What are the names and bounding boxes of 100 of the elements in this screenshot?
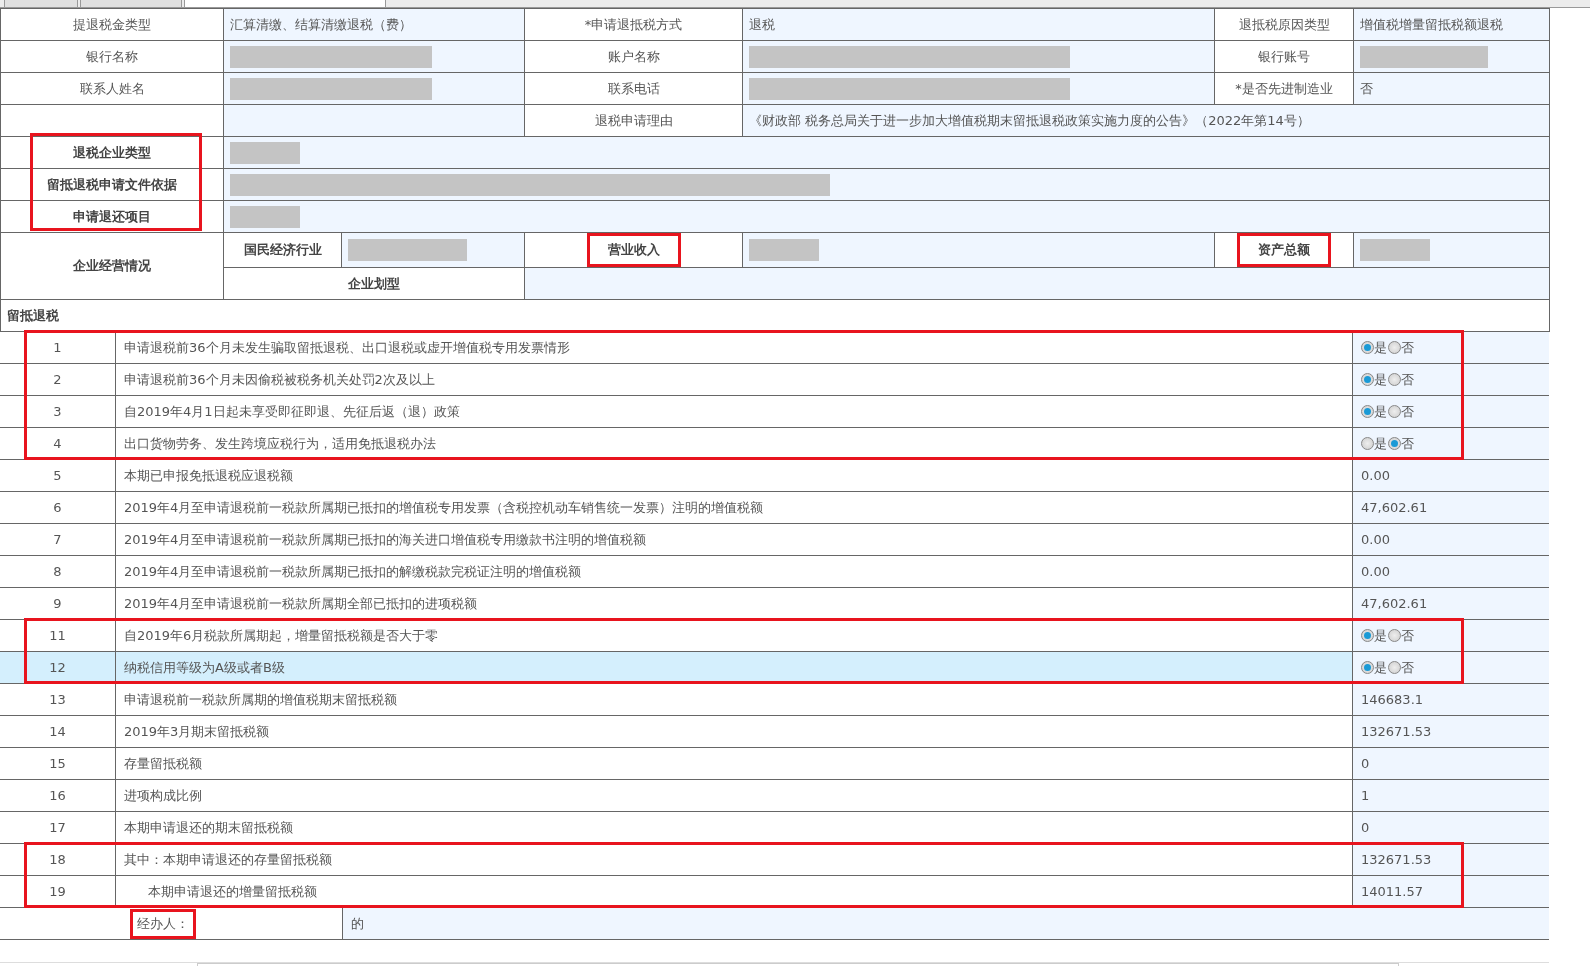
field-label: 国民经济行业 xyxy=(243,242,322,257)
table-cell: 1 xyxy=(1361,788,1370,803)
field-value: 增值税增量留抵税额退税 xyxy=(1360,16,1503,32)
table-cell: 2019年4月至申请退税前一税款所属期已抵扣的解缴税款完税证注明的增值税额 xyxy=(124,562,582,581)
radio-label: 否 xyxy=(1401,434,1414,453)
table-cell: 存量留抵税额 xyxy=(124,754,202,773)
table-cell: 2019年4月至申请退税前一税款所属期全部已抵扣的进项税额 xyxy=(124,594,478,613)
field-label: 申请退还项目 xyxy=(73,208,151,224)
radio-label: 否 xyxy=(1401,658,1414,677)
radio-label: 是 xyxy=(1374,434,1387,453)
field-label: 企业划型 xyxy=(348,275,400,291)
radio-button[interactable] xyxy=(1388,405,1401,418)
radio-label: 是 xyxy=(1374,402,1387,421)
row-number: 17 xyxy=(49,820,66,835)
table-row[interactable]: 8 2019年4月至申请退税前一税款所属期已抵扣的解缴税款完税证注明的增值税额 0.00 xyxy=(0,556,1549,588)
table-cell: 申请退税前36个月未发生骗取留抵退税、出口退税或虚开增值税专用发票情形 xyxy=(124,338,570,357)
table-row[interactable]: 19 本期申请退还的增量留抵税额 14011.57 xyxy=(0,876,1549,908)
row-number: 1 xyxy=(53,340,62,355)
radio-button[interactable] xyxy=(1388,373,1401,386)
field-value: 的 xyxy=(351,914,364,933)
row-number: 5 xyxy=(53,468,62,483)
table-cell: 自2019年6月税款所属期起，增量留抵税额是否大于零 xyxy=(124,626,439,645)
radio-button[interactable] xyxy=(1388,437,1401,450)
field-label: 账户名称 xyxy=(607,48,660,64)
row-number: 18 xyxy=(49,852,66,867)
row-number: 2 xyxy=(53,372,62,387)
table-cell: 本期申请退还的期末留抵税额 xyxy=(124,818,293,837)
radio-label: 是 xyxy=(1374,338,1387,357)
table-cell: 0.00 xyxy=(1361,564,1390,579)
table-row[interactable]: 14 2019年3月期末留抵税额 132671.53 xyxy=(0,716,1549,748)
table-row[interactable]: 2 申请退税前36个月未因偷税被税务机关处罚2次及以上 是 否 xyxy=(0,364,1549,396)
row-number: 3 xyxy=(53,404,62,419)
row-number: 16 xyxy=(49,788,66,803)
table-cell: 132671.53 xyxy=(1361,852,1432,867)
field-value: 《财政部 税务总局关于进一步加大增值税期末留抵退税政策实施力度的公告》（2022年第14号） xyxy=(749,112,1310,128)
table-cell: 47,602.61 xyxy=(1361,596,1428,611)
field-value: 汇算清缴、结算清缴退税（费） xyxy=(230,16,412,32)
tab[interactable] xyxy=(4,0,78,8)
table-cell: 132671.53 xyxy=(1361,724,1432,739)
table-cell: 2019年4月至申请退税前一税款所属期已抵扣的增值税专用发票（含税控机动车销售统一发票）注明的增值税额 xyxy=(124,498,764,517)
table-row[interactable]: 12 纳税信用等级为A级或者B级 是 否 xyxy=(0,652,1549,684)
radio-button[interactable] xyxy=(1361,437,1374,450)
radio-button[interactable] xyxy=(1388,629,1401,642)
row-number: 6 xyxy=(53,500,62,515)
field-label: 企业经营情况 xyxy=(73,258,151,273)
field-label: 经办人： xyxy=(130,908,196,939)
table-row[interactable]: 7 2019年4月至申请退税前一税款所属期已抵扣的海关进口增值税专用缴款书注明的增值税额 0.00 xyxy=(0,524,1549,556)
table-row[interactable]: 1 申请退税前36个月未发生骗取留抵退税、出口退税或虚开增值税专用发票情形 是 否 xyxy=(0,332,1549,364)
row-number: 14 xyxy=(49,724,66,739)
table-row[interactable]: 11 自2019年6月税款所属期起，增量留抵税额是否大于零 是 否 xyxy=(0,620,1549,652)
table-cell: 出口货物劳务、发生跨境应税行为，适用免抵退税办法 xyxy=(124,434,436,453)
table-cell: 其中：本期申请退还的存量留抵税额 xyxy=(124,850,332,869)
table-cell: 本期已申报免抵退税应退税额 xyxy=(124,466,293,485)
radio-button[interactable] xyxy=(1361,629,1374,642)
field-label: *是否先进制造业 xyxy=(1235,80,1333,96)
row-number: 12 xyxy=(49,660,66,675)
row-number: 4 xyxy=(53,436,62,451)
field-value: 否 xyxy=(1360,80,1373,96)
table-cell: 2019年4月至申请退税前一税款所属期已抵扣的海关进口增值税专用缴款书注明的增值税额 xyxy=(124,530,647,549)
table-cell: 0.00 xyxy=(1361,468,1390,483)
table-cell: 47,602.61 xyxy=(1361,500,1428,515)
tab[interactable] xyxy=(80,0,182,8)
radio-button[interactable] xyxy=(1388,661,1401,674)
row-number: 7 xyxy=(53,532,62,547)
table-row[interactable]: 13 申请退税前一税款所属期的增值税期末留抵税额 146683.1 xyxy=(0,684,1549,716)
radio-label: 否 xyxy=(1401,626,1414,645)
field-value: 退税 xyxy=(749,16,775,32)
table-row[interactable]: 6 2019年4月至申请退税前一税款所属期已抵扣的增值税专用发票（含税控机动车销售统一发票）注明的增值税额 47,602.61 xyxy=(0,492,1549,524)
field-label: 退税企业类型 xyxy=(73,144,151,160)
table-cell: 自2019年4月1日起未享受即征即退、先征后返（退）政策 xyxy=(124,402,460,421)
table-row[interactable]: 16 进项构成比例 1 xyxy=(0,780,1549,812)
table-row[interactable]: 4 出口货物劳务、发生跨境应税行为，适用免抵退税办法 是 否 xyxy=(0,428,1549,460)
table-cell: 146683.1 xyxy=(1361,692,1424,707)
section-title: 留抵退税 xyxy=(7,307,59,323)
table-cell: 14011.57 xyxy=(1361,884,1424,899)
field-label: 银行名称 xyxy=(86,48,138,64)
table-row[interactable]: 15 存量留抵税额 0 xyxy=(0,748,1549,780)
table-row[interactable]: 18 其中：本期申请退还的存量留抵税额 132671.53 xyxy=(0,844,1549,876)
table-row[interactable]: 17 本期申请退还的期末留抵税额 0 xyxy=(0,812,1549,844)
field-label: 提退税金类型 xyxy=(73,16,151,32)
table-cell: 申请退税前36个月未因偷税被税务机关处罚2次及以上 xyxy=(124,370,435,389)
radio-button[interactable] xyxy=(1388,341,1401,354)
table-row[interactable]: 5 本期已申报免抵退税应退税额 0.00 xyxy=(0,460,1549,492)
radio-button[interactable] xyxy=(1361,341,1374,354)
table-cell: 0 xyxy=(1361,756,1370,771)
radio-button[interactable] xyxy=(1361,661,1374,674)
radio-button[interactable] xyxy=(1361,373,1374,386)
table-cell: 进项构成比例 xyxy=(124,786,202,805)
table-cell: 0 xyxy=(1361,820,1370,835)
table-row[interactable]: 3 自2019年4月1日起未享受即征即退、先征后返（退）政策 是 否 xyxy=(0,396,1549,428)
table-row[interactable]: 9 2019年4月至申请退税前一税款所属期全部已抵扣的进项税额 47,602.61 xyxy=(0,588,1549,620)
radio-label: 是 xyxy=(1374,370,1387,389)
field-label: 营业收入 xyxy=(586,233,681,267)
radio-label: 否 xyxy=(1401,338,1414,357)
tab[interactable] xyxy=(184,0,386,8)
row-number: 13 xyxy=(49,692,66,707)
field-label: 联系电话 xyxy=(607,80,660,96)
radio-button[interactable] xyxy=(1361,405,1374,418)
row-number: 15 xyxy=(49,756,66,771)
radio-label: 是 xyxy=(1374,658,1387,677)
